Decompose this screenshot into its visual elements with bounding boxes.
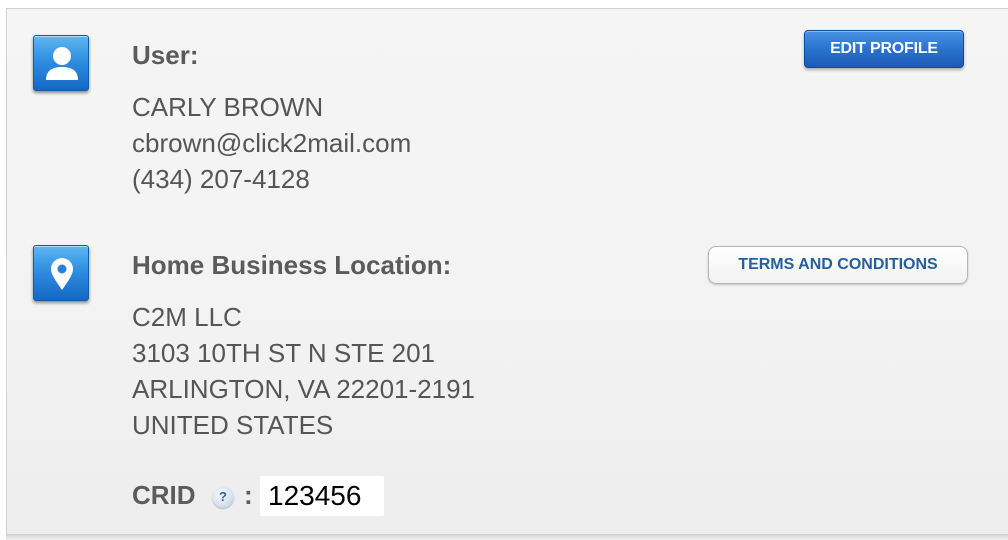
- crid-label: CRID: [132, 480, 196, 510]
- user-icon: [33, 35, 89, 91]
- location-city-state-zip: ARLINGTON, VA 22201-2191: [132, 374, 476, 404]
- help-question-icon[interactable]: ?: [212, 486, 234, 508]
- user-email: cbrown@click2mail.com: [132, 128, 412, 158]
- crid-separator: :: [244, 480, 253, 510]
- crid-value: 123456: [268, 480, 362, 511]
- location-company: C2M LLC: [132, 302, 242, 332]
- user-name: CARLY BROWN: [132, 92, 324, 122]
- location-pin-icon: [33, 245, 89, 301]
- crid-value-box: 123456: [260, 476, 384, 516]
- user-heading: User:: [132, 40, 199, 70]
- panel-bottom-shadow: [6, 534, 1008, 540]
- location-country: UNITED STATES: [132, 410, 334, 440]
- location-heading: Home Business Location:: [132, 250, 452, 280]
- user-phone: (434) 207-4128: [132, 164, 310, 194]
- terms-and-conditions-button[interactable]: TERMS AND CONDITIONS: [708, 246, 968, 284]
- edit-profile-button[interactable]: EDIT PROFILE: [804, 30, 964, 68]
- location-address: 3103 10TH ST N STE 201: [132, 338, 436, 368]
